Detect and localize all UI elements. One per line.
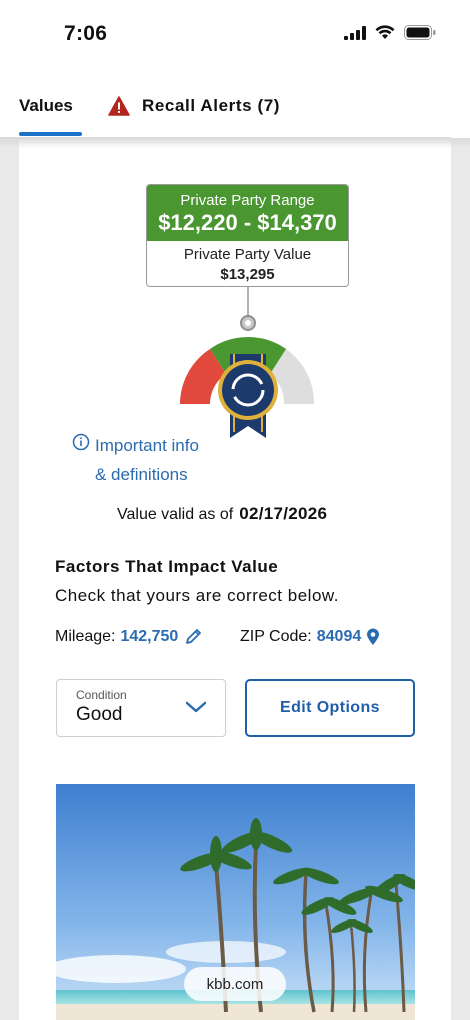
page-gutter-right: [451, 140, 470, 1020]
page-gutter-left: [0, 140, 19, 1020]
card-shadow: [0, 138, 470, 148]
value-gauge: [180, 286, 315, 438]
alert-triangle-icon: [108, 96, 130, 116]
info-icon[interactable]: [72, 433, 90, 451]
tab-recall-label: Recall Alerts (7): [142, 96, 281, 115]
tab-recall-alerts[interactable]: Recall Alerts (7): [108, 96, 280, 116]
condition-value: Good: [76, 704, 123, 725]
price-range-header: Private Party Range $12,220 - $14,370: [147, 185, 348, 241]
status-bar: 7:06: [0, 0, 470, 70]
location-pin-icon[interactable]: [365, 628, 381, 646]
wifi-icon: [375, 25, 395, 39]
info-link-line2[interactable]: & definitions: [95, 465, 188, 485]
zip-row[interactable]: ZIP Code: 84094: [240, 628, 381, 646]
valid-prefix: Value valid as of: [117, 506, 234, 523]
mileage-label: Mileage:: [55, 628, 116, 645]
info-link-line1[interactable]: Important info: [95, 436, 199, 456]
zip-label: ZIP Code:: [240, 628, 312, 645]
value-amount: $13,295: [220, 266, 275, 283]
mileage-row[interactable]: Mileage: 142,750: [55, 628, 204, 646]
status-icons: [344, 25, 436, 40]
tab-values[interactable]: Values: [19, 96, 73, 116]
value-valid-row: Value valid as of 02/17/2026: [117, 504, 327, 524]
condition-label: Condition: [76, 688, 127, 702]
edit-options-button[interactable]: Edit Options: [245, 679, 415, 737]
zip-value[interactable]: 84094: [317, 628, 362, 646]
chevron-down-icon: [185, 701, 207, 713]
price-range-box: Private Party Range $12,220 - $14,370 Pr…: [146, 184, 349, 287]
factors-subtitle: Check that yours are correct below.: [55, 586, 339, 605]
valid-date: 02/17/2026: [239, 504, 328, 523]
signal-icon: [344, 25, 366, 40]
range-label: Private Party Range: [180, 192, 315, 209]
tab-bar: Values Recall Alerts (7): [0, 80, 470, 138]
kbb-url-pill[interactable]: kbb.com: [184, 967, 286, 1001]
condition-select[interactable]: Condition Good: [56, 679, 226, 737]
battery-icon: [404, 25, 436, 40]
status-time: 7:06: [64, 22, 108, 45]
private-party-value: Private Party Value $13,295: [147, 241, 348, 283]
factors-title: Factors That Impact Value: [55, 557, 279, 576]
mileage-value[interactable]: 142,750: [120, 628, 178, 646]
active-tab-indicator: [19, 132, 82, 136]
range-amount: $12,220 - $14,370: [158, 210, 337, 235]
pencil-icon[interactable]: [184, 628, 204, 646]
value-label: Private Party Value: [183, 246, 312, 263]
